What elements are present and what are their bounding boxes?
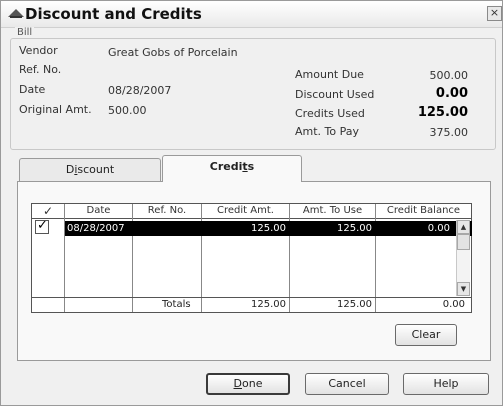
ref-no-label: Ref. No. (19, 63, 62, 76)
scroll-down-button[interactable]: ▼ (457, 282, 470, 296)
bill-legend: Bill (15, 27, 35, 38)
credits-used-value: 125.00 (417, 105, 468, 120)
done-mnemonic: D (233, 377, 242, 390)
check-column-header: ✓ (32, 204, 65, 218)
credits-table: ✓ Date Ref. No. Credit Amt. Amt. To Use … (31, 203, 472, 313)
app-icon (8, 9, 24, 18)
chevron-up-icon: ▲ (460, 223, 467, 231)
date-value: 08/28/2007 (108, 84, 172, 97)
row-date[interactable]: 08/28/2007 (67, 221, 131, 236)
scroll-thumb[interactable] (457, 234, 470, 250)
total-amt-to-use: 125.00 (337, 299, 372, 310)
vendor-value: Great Gobs of Porcelain (108, 46, 238, 59)
tab-credits-label-b: s (247, 160, 255, 173)
clear-button[interactable]: Clear (395, 324, 457, 346)
discount-used-value: 0.00 (435, 86, 468, 101)
tab-discount[interactable]: Discount (19, 158, 161, 182)
date-label: Date (19, 83, 46, 96)
vendor-label: Vendor (19, 44, 58, 57)
totals-label: Totals (162, 299, 191, 310)
window-title: Discount and Credits (25, 5, 202, 23)
row-credit-balance[interactable]: 0.00 (378, 221, 450, 236)
amt-to-pay-value: 375.00 (429, 126, 469, 139)
row-checkbox[interactable]: ✓ (35, 218, 49, 234)
close-icon: × (489, 6, 500, 19)
chevron-down-icon: ▼ (460, 285, 467, 293)
row-amt-to-use[interactable]: 125.00 (292, 221, 372, 236)
total-credit-amt: 125.00 (251, 299, 286, 310)
tab-discount-label-b: scount (77, 163, 115, 176)
done-label: one (242, 377, 263, 390)
credits-used-label: Credits Used (295, 107, 365, 120)
help-button[interactable]: Help (403, 373, 489, 395)
cancel-button[interactable]: Cancel (305, 373, 389, 395)
table-scrollbar[interactable]: ▲ ▼ (456, 220, 470, 296)
amount-due-value: 500.00 (429, 69, 469, 82)
header-divider (32, 218, 471, 219)
totals-row: Totals 125.00 125.00 0.00 (32, 297, 471, 313)
tab-credits-label-a: Credi (209, 160, 243, 173)
tab-credits[interactable]: Credits (162, 155, 302, 182)
amt-to-pay-label: Amt. To Pay (295, 125, 360, 138)
original-amt-value: 500.00 (108, 104, 147, 117)
row-credit-amt[interactable]: 125.00 (204, 221, 286, 236)
col-header-ref-no[interactable]: Ref. No. (133, 204, 202, 218)
col-header-credit-balance[interactable]: Credit Balance (376, 204, 471, 218)
done-button[interactable]: Done (206, 373, 290, 395)
col-header-date[interactable]: Date (65, 204, 133, 218)
amount-due-label: Amount Due (295, 68, 364, 81)
close-button[interactable]: × (487, 6, 502, 21)
col-header-amt-to-use[interactable]: Amt. To Use (290, 204, 376, 218)
discount-credits-dialog: Discount and Credits × Bill Vendor Great… (0, 0, 503, 406)
scroll-up-button[interactable]: ▲ (457, 220, 470, 234)
discount-used-label: Discount Used (295, 88, 375, 101)
row-ref-no[interactable] (135, 221, 199, 236)
original-amt-label: Original Amt. (19, 103, 92, 116)
checkmark-icon: ✓ (37, 218, 48, 233)
title-bar[interactable]: Discount and Credits × (1, 1, 502, 28)
total-credit-balance: 0.00 (442, 299, 465, 310)
col-header-credit-amt[interactable]: Credit Amt. (202, 204, 290, 218)
